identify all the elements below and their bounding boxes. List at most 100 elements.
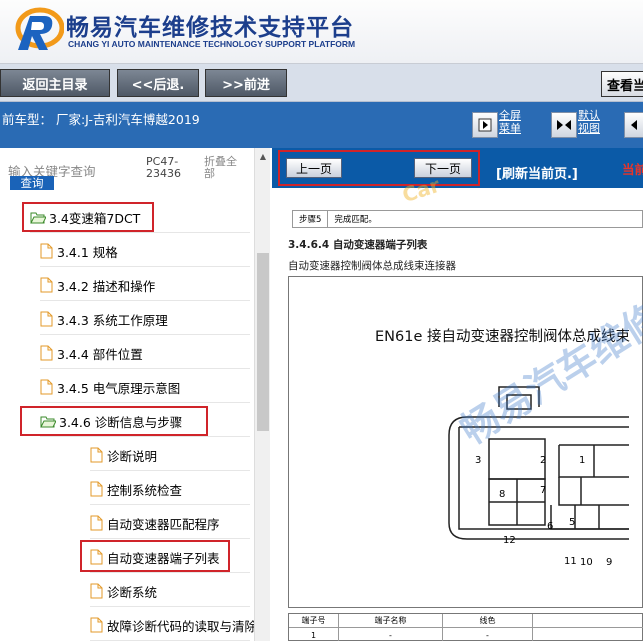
tree-item-label: 3.4.5 电气原理示意图 [57, 380, 181, 396]
view-current-button[interactable]: 查看当 [601, 71, 643, 97]
tree-item[interactable]: 自动变速器匹配程序 [90, 512, 220, 534]
tree-divider [90, 538, 250, 539]
tree-divider [40, 436, 250, 437]
refresh-link[interactable]: [刷新当前页.] [496, 163, 578, 182]
home-button[interactable]: 返回主目录 [0, 69, 110, 97]
tree-item-label: 3.4.4 部件位置 [57, 346, 143, 362]
fullscreen-link[interactable]: 全屏 菜单 [499, 109, 521, 135]
pin-label: 2 [540, 455, 547, 466]
tree-item[interactable]: 3.4.2 描述和操作 [40, 274, 155, 296]
default-view-icon[interactable] [551, 112, 577, 138]
fullscreen-label-1: 全屏 [499, 109, 521, 122]
pin-label: 1 [579, 455, 586, 466]
cell-extra [533, 628, 643, 641]
header-pin-name: 端子名称 [339, 614, 443, 627]
highlight-box [20, 406, 208, 436]
tree-item[interactable]: 诊断系统 [90, 580, 157, 602]
app-header: 畅易汽车维修技术支持平台 CHANG YI AUTO MAINTENANCE T… [0, 0, 643, 64]
tree-divider [30, 232, 250, 233]
file-icon [90, 583, 103, 599]
tree-item[interactable]: 3.4.4 部件位置 [40, 342, 143, 364]
vehicle-label: 前车型： 厂家:J-吉利汽车博越2019 [2, 112, 200, 127]
content-toolbar: 上一页 下一页 [刷新当前页.] 当前 [272, 148, 643, 188]
forward-button[interactable]: >>前进 [205, 69, 287, 97]
code-label: PC47-23436 [146, 155, 181, 180]
document-page: 步骤5 完成匹配。 3.4.6.4 自动变速器端子列表 自动变速器控制阀体总成线… [284, 200, 643, 641]
scroll-up-icon[interactable]: ▲ [255, 150, 271, 162]
tree-divider [90, 606, 250, 607]
tree-item[interactable]: 故障诊断代码的读取与清除 [90, 614, 257, 636]
app-window: 畅易汽车维修技术支持平台 CHANG YI AUTO MAINTENANCE T… [0, 0, 643, 641]
info-bar: 前车型： 厂家:J-吉利汽车博越2019 全屏 菜单 默认 视图 [0, 102, 643, 148]
file-icon [90, 447, 103, 463]
tree-item-label: 诊断说明 [107, 448, 158, 464]
header-extra [533, 614, 643, 627]
pin-table: 端子号 端子名称 线色 1 - - [288, 613, 643, 641]
content-panel: 上一页 下一页 [刷新当前页.] 当前 步骤5 完成匹配。 3.4.6.4 自动… [272, 148, 643, 641]
prev-page-button[interactable]: 上一页 [286, 158, 342, 178]
tree-item[interactable]: 3.4.5 电气原理示意图 [40, 376, 180, 398]
cell-pin-name: - [339, 628, 443, 641]
header-wire-color: 线色 [443, 614, 533, 627]
pin-label: 6 [547, 521, 554, 532]
scroll-thumb[interactable] [257, 253, 269, 431]
nav-bar: 返回主目录 <<后退. >>前进 查看当 [0, 64, 643, 102]
file-icon [40, 311, 53, 327]
tree-divider [40, 402, 250, 403]
current-page-label: 当前 [622, 162, 643, 177]
step-table: 步骤5 完成匹配。 [292, 210, 643, 228]
file-icon [40, 345, 53, 361]
cell-pin-number: 1 [289, 628, 339, 641]
tree-item[interactable]: 3.4.3 系统工作原理 [40, 308, 168, 330]
tree-item[interactable]: 3.4.1 规格 [40, 240, 118, 262]
file-icon [90, 617, 103, 633]
highlight-box [22, 202, 154, 232]
highlight-box [80, 540, 230, 572]
logo-icon [15, 7, 64, 50]
doc-heading: 3.4.6.4 自动变速器端子列表 [288, 239, 428, 251]
file-icon [90, 515, 103, 531]
next-page-button[interactable]: 下一页 [414, 158, 472, 178]
tree-item-label: 控制系统检查 [107, 482, 183, 498]
scrollbar[interactable]: ▲ [254, 148, 270, 641]
tree-divider [90, 504, 250, 505]
tree-item-label: 3.4.3 系统工作原理 [57, 312, 168, 328]
app-title: 畅易汽车维修技术支持平台 [66, 15, 354, 41]
tree-item[interactable]: 诊断说明 [90, 444, 157, 466]
tree-item-label: 3.4.1 规格 [57, 244, 118, 260]
tree-divider [90, 470, 250, 471]
step-number: 步骤5 [293, 211, 329, 227]
more-tool-icon[interactable] [624, 112, 643, 138]
default-view-link[interactable]: 默认 视图 [578, 109, 600, 135]
default-view-label-2: 视图 [578, 122, 600, 135]
step-text: 完成匹配。 [334, 215, 377, 225]
file-icon [40, 379, 53, 395]
fullscreen-icon[interactable] [472, 112, 498, 138]
search-button[interactable]: 查询 [10, 176, 54, 190]
pin-label: 3 [475, 455, 482, 466]
doc-subheading: 自动变速器控制阀体总成线束连接器 [288, 260, 456, 272]
collapse-all-button[interactable]: 折叠全部 [204, 156, 244, 180]
tree-divider [40, 266, 250, 267]
header-pin-number: 端子号 [289, 614, 339, 627]
pin-table-header: 端子号 端子名称 线色 [289, 614, 643, 628]
tree-divider [40, 368, 250, 369]
file-icon [40, 243, 53, 259]
pin-label: 9 [606, 557, 613, 568]
fullscreen-label-2: 菜单 [499, 122, 521, 135]
tree-item[interactable]: 控制系统检查 [90, 478, 182, 500]
back-button[interactable]: <<后退. [117, 69, 199, 97]
connector-drawing: EN61e 接自动变速器控制阀体总成线束 3 2 1 8 7 6 5 12 11… [288, 276, 643, 608]
pin-label: 7 [540, 485, 547, 496]
tree-item-label: 故障诊断代码的读取与清除 [107, 618, 258, 634]
pin-label: 8 [499, 489, 506, 500]
file-icon [40, 277, 53, 293]
cell-wire-color: - [443, 628, 533, 641]
pin-label: 5 [569, 517, 576, 528]
file-icon [90, 481, 103, 497]
tree-divider [40, 300, 250, 301]
tree-item-label: 自动变速器匹配程序 [107, 516, 220, 532]
pin-label: 12 [503, 535, 516, 546]
default-view-label-1: 默认 [578, 109, 600, 122]
tree-divider [40, 334, 250, 335]
